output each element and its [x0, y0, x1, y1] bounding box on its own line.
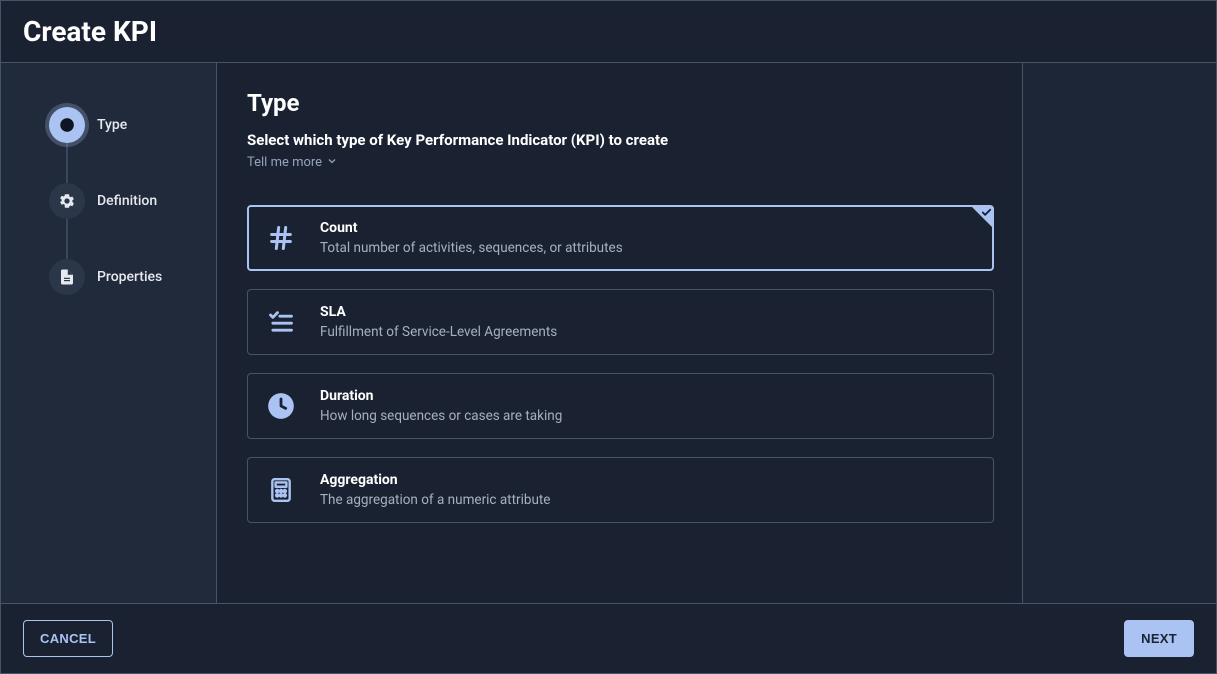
kpi-option-description: Fulfillment of Service-Level Agreements — [320, 324, 557, 340]
dialog-footer: CANCEL NEXT — [1, 603, 1216, 673]
panel-heading: Type — [247, 89, 994, 117]
dialog-header: Create KPI — [1, 1, 1216, 63]
half-circle-icon — [49, 107, 85, 143]
selected-corner — [971, 206, 993, 228]
wizard-step-label: Definition — [97, 193, 157, 209]
wizard-steps: Type Definition Properties — [49, 107, 216, 295]
checklist-icon — [266, 307, 296, 337]
wizard-step-properties[interactable]: Properties — [49, 259, 216, 295]
create-kpi-dialog: Create KPI Type Definition — [0, 0, 1217, 674]
type-panel: Type Select which type of Key Performanc… — [217, 63, 1023, 603]
kpi-option-count[interactable]: Count Total number of activities, sequen… — [247, 205, 994, 271]
tell-me-more-link[interactable]: Tell me more — [247, 155, 338, 171]
gear-icon — [49, 183, 85, 219]
kpi-option-description: How long sequences or cases are taking — [320, 408, 562, 424]
dialog-body: Type Definition Properties — [1, 63, 1216, 603]
kpi-option-title: Duration — [320, 388, 562, 404]
chevron-down-icon — [326, 155, 338, 171]
wizard-step-definition[interactable]: Definition — [49, 183, 216, 219]
wizard-step-label: Properties — [97, 269, 162, 285]
panel-subtitle: Select which type of Key Performance Ind… — [247, 131, 994, 149]
dialog-title: Create KPI — [23, 15, 157, 48]
kpi-option-description: Total number of activities, sequences, o… — [320, 240, 623, 256]
kpi-type-options: Count Total number of activities, sequen… — [247, 205, 994, 523]
next-button[interactable]: NEXT — [1124, 620, 1194, 657]
cancel-button[interactable]: CANCEL — [23, 620, 113, 657]
calculator-icon — [266, 475, 296, 505]
hash-icon — [266, 223, 296, 253]
wizard-step-label: Type — [97, 117, 127, 133]
kpi-option-sla[interactable]: SLA Fulfillment of Service-Level Agreeme… — [247, 289, 994, 355]
wizard-step-type[interactable]: Type — [49, 107, 216, 143]
kpi-option-title: Aggregation — [320, 472, 550, 488]
clock-icon — [266, 391, 296, 421]
wizard-sidebar: Type Definition Properties — [1, 63, 217, 603]
right-gutter — [1023, 63, 1216, 603]
document-icon — [49, 259, 85, 295]
tell-me-more-label: Tell me more — [247, 155, 322, 170]
kpi-option-description: The aggregation of a numeric attribute — [320, 492, 550, 508]
kpi-option-title: Count — [320, 220, 623, 236]
kpi-option-aggregation[interactable]: Aggregation The aggregation of a numeric… — [247, 457, 994, 523]
kpi-option-duration[interactable]: Duration How long sequences or cases are… — [247, 373, 994, 439]
wizard-main: Type Select which type of Key Performanc… — [217, 63, 1216, 603]
kpi-option-title: SLA — [320, 304, 557, 320]
